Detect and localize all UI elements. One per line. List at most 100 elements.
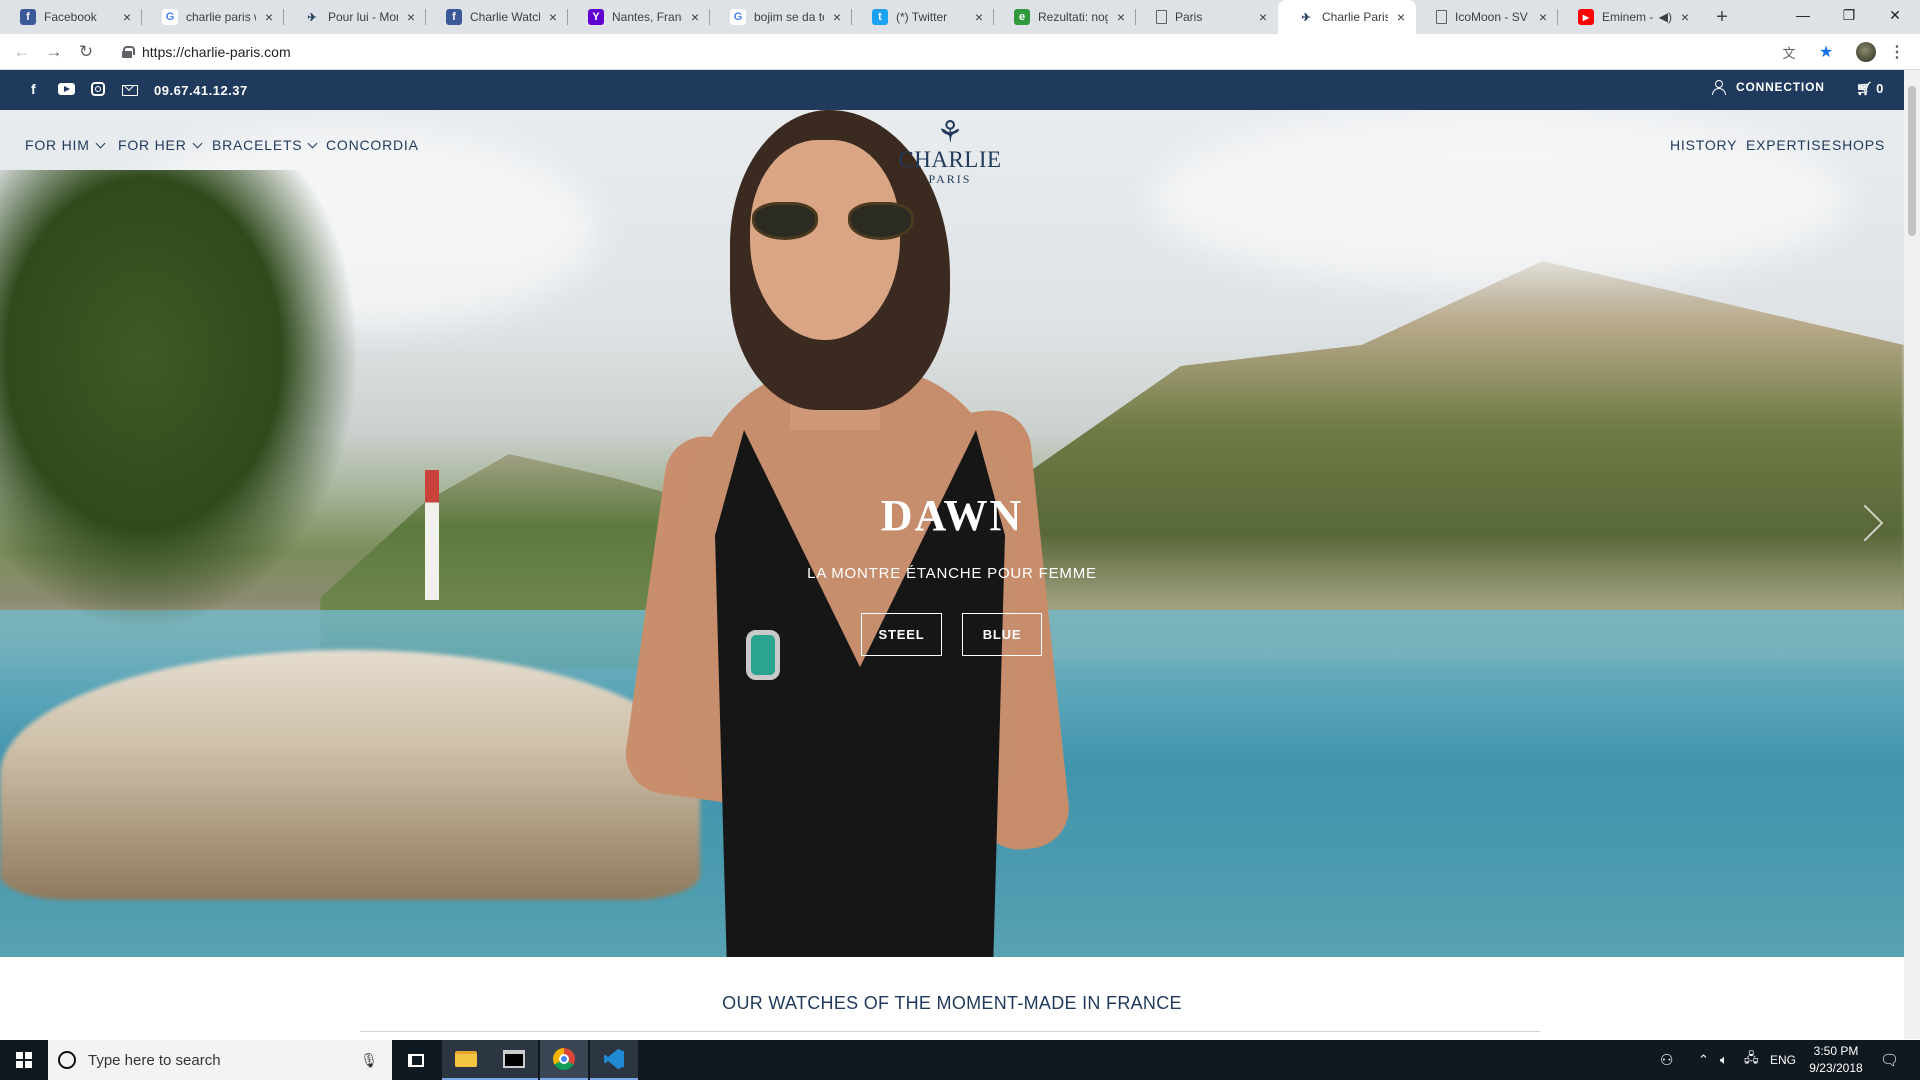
microphone-icon[interactable]: 🎙︎ <box>360 1052 378 1069</box>
cart-button[interactable]: 🛒︎ 0 <box>1856 81 1883 97</box>
close-tab-icon[interactable]: × <box>1536 9 1550 25</box>
clock-date: 9/23/2018 <box>1809 1061 1863 1075</box>
browser-tab[interactable]: ✈ Pour lui - Mon × <box>284 0 426 34</box>
menu-for-him[interactable]: FOR HIM <box>25 137 106 153</box>
browser-tab-strip: f Facebook × G charlie paris w × ✈ Pour … <box>0 0 1920 34</box>
browser-tab-active[interactable]: ✈ Charlie Paris-F × <box>1278 0 1416 34</box>
taskbar-clock[interactable]: 3:50 PM 9/23/2018 <box>1800 1043 1872 1077</box>
reload-button[interactable]: ↻ <box>74 40 98 64</box>
back-button[interactable]: ← <box>10 40 34 64</box>
menu-expertise[interactable]: EXPERTISE <box>1746 137 1832 153</box>
page-scrollbar[interactable] <box>1904 70 1920 1039</box>
hero-slider: FOR HIM FOR HER BRACELETS CONCORDIA HIST… <box>0 110 1904 957</box>
browser-tab[interactable]: t (*) Twitter × <box>852 0 994 34</box>
folder-icon <box>455 1051 477 1067</box>
window-close-button[interactable]: ✕ <box>1872 0 1918 30</box>
close-tab-icon[interactable]: × <box>404 9 418 25</box>
vscode-icon <box>604 1049 624 1069</box>
search-placeholder: Type here to search <box>88 1051 221 1069</box>
menu-history[interactable]: HISTORY <box>1670 137 1737 153</box>
show-hidden-icons[interactable]: ⌃ <box>1698 1040 1709 1080</box>
address-bar[interactable]: https://charlie-paris.com <box>110 38 1770 66</box>
youtube-icon[interactable] <box>58 82 75 98</box>
people-icon[interactable]: ⚇ <box>1660 1040 1673 1080</box>
speaker-icon[interactable]: ◀) <box>1659 10 1672 24</box>
phone-number[interactable]: 09.67.41.12.37 <box>154 83 248 98</box>
volume-icon[interactable]: 🔈︎ <box>1720 1040 1728 1080</box>
yahoo-icon: Y <box>588 9 604 25</box>
menu-for-her[interactable]: FOR HER <box>118 137 203 153</box>
file-explorer-app[interactable] <box>442 1040 490 1080</box>
vscode-app[interactable] <box>590 1040 638 1080</box>
connection-label: CONNECTION <box>1736 80 1825 94</box>
close-tab-icon[interactable]: × <box>1394 9 1408 25</box>
instagram-icon[interactable] <box>91 82 105 99</box>
youtube-icon: ▶ <box>1578 9 1594 25</box>
browser-tab[interactable]: Paris × <box>1136 0 1278 34</box>
close-tab-icon[interactable]: × <box>120 9 134 25</box>
facebook-icon[interactable]: f <box>31 81 36 97</box>
terminal-app[interactable] <box>490 1040 538 1080</box>
menu-bracelets[interactable]: BRACELETS <box>212 137 318 153</box>
close-tab-icon[interactable]: × <box>830 9 844 25</box>
scrollbar-thumb[interactable] <box>1908 86 1916 236</box>
charlie-bird-icon: ✈ <box>307 11 317 24</box>
browser-tab[interactable]: e Rezultati: nog × <box>994 0 1136 34</box>
site-logo[interactable]: ⚘ CHARLIE PARIS <box>895 118 1005 187</box>
action-center-icon[interactable]: 🗨︎ <box>1880 1040 1899 1080</box>
blue-button[interactable]: BLUE <box>962 613 1042 656</box>
site-topbar: f 09.67.41.12.37 CONNECTION 🛒︎ 0 <box>0 70 1904 110</box>
browser-menu-icon[interactable]: ⋮ <box>1886 41 1908 63</box>
translate-icon[interactable]: 文 <box>1778 41 1800 63</box>
browser-tab[interactable]: ▶ Eminem - ◀) × <box>1558 0 1700 34</box>
browser-tab[interactable]: f Charlie Watch × <box>426 0 568 34</box>
forward-button[interactable]: → <box>42 40 66 64</box>
heron-logo-icon: ⚘ <box>936 116 964 149</box>
browser-tab[interactable]: f Facebook × <box>0 0 142 34</box>
taskbar-search[interactable]: Type here to search 🎙︎ <box>48 1040 392 1080</box>
document-icon <box>1436 10 1447 24</box>
browser-toolbar: ← → ↻ https://charlie-paris.com 文 ★ ⋮ <box>0 34 1920 70</box>
task-view-icon <box>408 1053 424 1067</box>
menu-shops[interactable]: SHOPS <box>1832 137 1885 153</box>
task-view-button[interactable] <box>392 1040 440 1080</box>
profile-avatar[interactable] <box>1855 41 1877 63</box>
browser-tab[interactable]: IcoMoon - SV × <box>1416 0 1558 34</box>
clock-time: 3:50 PM <box>1813 1044 1859 1058</box>
close-tab-icon[interactable]: × <box>1678 9 1692 25</box>
input-language[interactable]: ENG <box>1770 1040 1796 1080</box>
chevron-down-icon <box>95 138 106 148</box>
browser-tab[interactable]: Y Nantes, France × <box>568 0 710 34</box>
chevron-down-icon <box>308 138 318 148</box>
browser-tab[interactable]: G bojim se da te × <box>710 0 852 34</box>
restore-button[interactable]: ❐ <box>1826 0 1872 30</box>
green-app-icon: e <box>1014 9 1030 25</box>
close-tab-icon[interactable]: × <box>262 9 276 25</box>
bookmark-star-icon[interactable]: ★ <box>1815 41 1837 63</box>
chrome-app[interactable] <box>540 1040 588 1080</box>
minimize-button[interactable]: — <box>1780 0 1826 30</box>
start-button[interactable] <box>0 1040 48 1080</box>
new-tab-button[interactable]: + <box>1708 0 1736 34</box>
connection-link[interactable]: CONNECTION <box>1712 80 1825 95</box>
facebook-icon: f <box>446 9 462 25</box>
steel-button[interactable]: STEEL <box>861 613 942 656</box>
watch-image <box>746 630 780 680</box>
slide-title: DAWN <box>880 491 1024 540</box>
menu-concordia[interactable]: CONCORDIA <box>326 137 419 153</box>
close-tab-icon[interactable]: × <box>546 9 560 25</box>
browser-tab[interactable]: G charlie paris w × <box>142 0 284 34</box>
mail-icon[interactable] <box>122 83 138 99</box>
network-icon[interactable]: 🖧︎ <box>1744 1040 1759 1080</box>
chrome-icon <box>553 1048 575 1070</box>
close-tab-icon[interactable]: × <box>1114 9 1128 25</box>
close-tab-icon[interactable]: × <box>688 9 702 25</box>
section-divider <box>360 1031 1540 1032</box>
close-tab-icon[interactable]: × <box>1256 9 1270 25</box>
windows-logo-icon <box>16 1052 32 1068</box>
slide-subtitle: LA MONTRE ÉTANCHE POUR FEMME <box>807 565 1097 582</box>
document-icon <box>1156 10 1167 24</box>
cortana-icon <box>58 1051 76 1069</box>
cart-count: 0 <box>1876 81 1884 96</box>
close-tab-icon[interactable]: × <box>972 9 986 25</box>
